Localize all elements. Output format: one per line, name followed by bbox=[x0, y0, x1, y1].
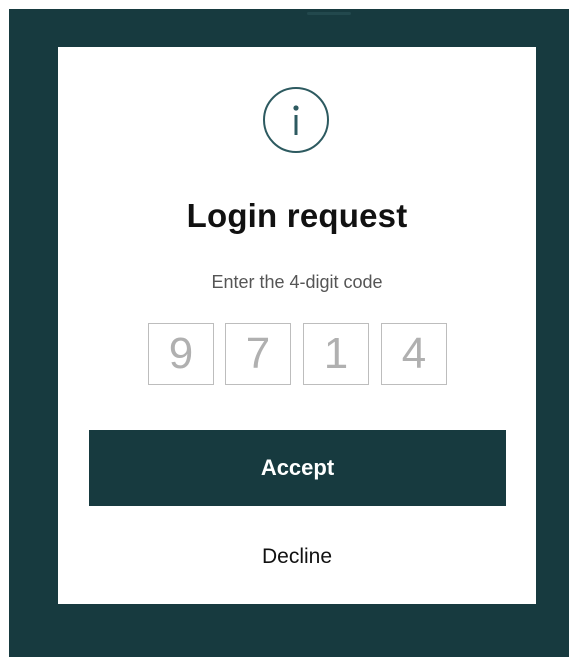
code-digits: 9 7 1 4 bbox=[148, 323, 448, 387]
info-glyph-icon bbox=[293, 105, 299, 135]
dialog-title: Login request bbox=[186, 197, 408, 234]
accept-button[interactable]: Accept bbox=[89, 430, 506, 506]
info-icon bbox=[263, 87, 329, 153]
login-request-dialog: Login request Enter the 4-digit code 9 7… bbox=[58, 47, 536, 604]
code-digit-2: 7 bbox=[225, 323, 291, 385]
code-digit-1: 9 bbox=[148, 323, 214, 385]
code-digit-3: 1 bbox=[303, 323, 369, 385]
decline-button[interactable]: Decline bbox=[197, 537, 397, 577]
dialog-subtitle: Enter the 4-digit code bbox=[211, 272, 383, 292]
code-digit-4: 4 bbox=[381, 323, 447, 385]
device-frame: Login request Enter the 4-digit code 9 7… bbox=[9, 9, 569, 657]
device-notch bbox=[307, 12, 351, 15]
